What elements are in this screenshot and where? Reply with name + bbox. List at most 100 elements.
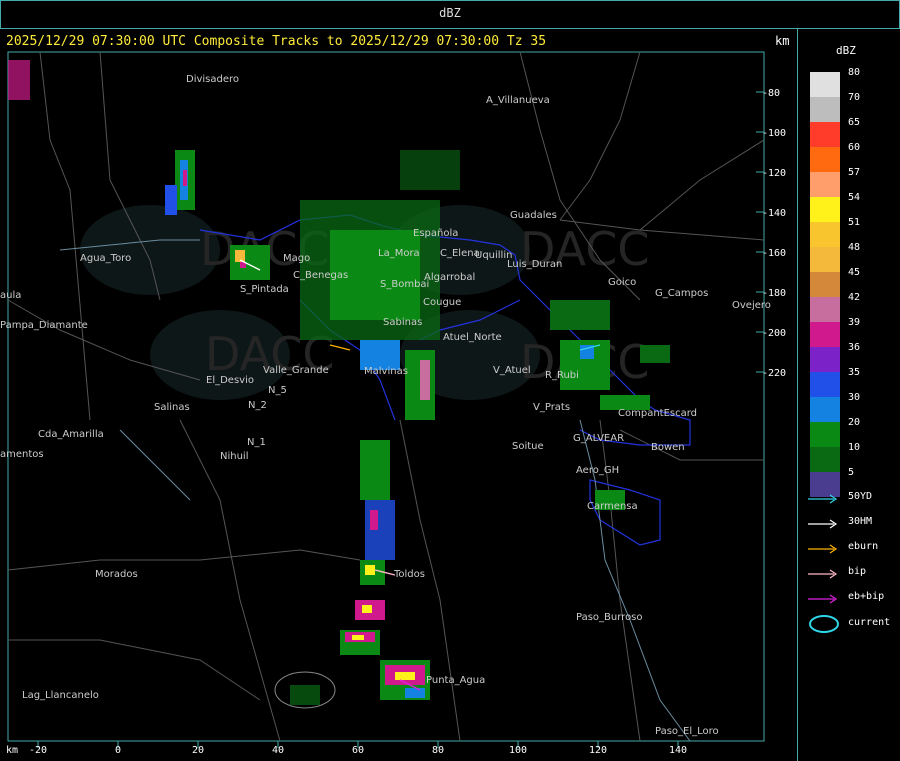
x-tick-label: 80 [432,745,444,756]
place-label: CompantEscard [618,408,697,419]
legend-colorbar [810,72,840,497]
x-tick-label: 40 [272,745,284,756]
legend-swatch [810,422,840,447]
place-label: Guadales [510,210,557,221]
legend-swatch [810,172,840,197]
track-label: eb+bip [848,591,885,602]
radar-echoes [8,60,670,705]
place-label: Bowen [651,442,685,453]
y-tick-label: -200 [762,328,786,339]
window-title: dBZ [439,6,461,20]
y-tick-label: -180 [762,288,786,299]
place-labels: Divisadero A_Villanueva Agua_Toro S_Pint… [0,74,771,737]
place-label: Lag_Llancanelo [22,690,99,701]
place-label: Mago [283,253,310,264]
x-tick-label: 60 [352,745,364,756]
track-legend-row: 50YD [808,488,898,508]
place-label: A_Villanueva [486,95,550,106]
y-tick-label: -100 [762,128,786,139]
legend-swatch [810,72,840,97]
legend-level-label: 36 [848,342,861,353]
legend-level-label: 51 [848,217,861,228]
x-axis: km -20 0 20 40 60 80 100 120 140 [6,741,687,756]
legend-level-label: 42 [848,292,861,303]
place-label: Malvinas [364,366,408,377]
radar-map[interactable]: DACC DACC DACC DACC [0,28,797,761]
y-tick-label: -220 [762,368,786,379]
arrow-icon [808,544,838,554]
track-label: 50YD [848,491,873,502]
arrow-icon [808,569,838,579]
place-label: Punta_Agua [426,675,485,686]
place-label: S_Pintada [240,284,289,295]
arrow-icon [808,519,838,529]
legend-panel: dBZ 80 70 65 60 57 54 51 48 45 42 39 36 35 30 20 10 5 50… [798,28,900,761]
place-label: El_Desvio [206,375,254,386]
legend-title: dBZ [836,44,856,57]
radar-map-panel[interactable]: DACC DACC DACC DACC [0,28,798,761]
place-label: La_Mora [378,248,420,259]
y-axis: -80 -100 -120 -140 -160 -180 -200 -220 [756,88,786,379]
place-label: Ovejero [732,300,771,311]
track-legend-row: eb+bip [808,588,898,608]
place-label: amentos [0,449,44,460]
track-label: bip [848,566,867,577]
current-label: current [848,617,891,628]
place-label: Luis_Duran [507,259,562,270]
y-tick-label: -80 [762,88,780,99]
place-label: G_Campos [655,288,708,299]
place-label: Toldos [393,569,425,580]
x-tick-label: 100 [509,745,527,756]
place-label: Agua_Toro [80,253,131,264]
place-label: N_1 [247,437,266,448]
current-row: current [808,612,898,636]
legend-level-label: 65 [848,117,861,128]
legend-swatch [810,372,840,397]
legend-level-label: 30 [848,392,861,403]
legend-level-label: 39 [848,317,861,328]
legend-swatch [810,347,840,372]
track-label: eburn [848,541,879,552]
y-axis-unit: km [775,34,790,48]
place-label: Salinas [154,402,190,413]
place-label: Uquillin [475,250,512,261]
place-label: Valle_Grande [263,365,329,376]
legend-level-label: 48 [848,242,861,253]
x-tick-label: 20 [192,745,204,756]
place-label: C_Benegas [293,270,348,281]
place-label: Española [413,228,458,239]
y-tick-label: -120 [762,168,786,179]
legend-swatch [810,322,840,347]
place-label: N_2 [248,400,267,411]
place-label: N_5 [268,385,287,396]
legend-swatch [810,97,840,122]
place-label: Atuel_Norte [443,332,502,343]
legend-swatch [810,397,840,422]
place-label: V_Prats [533,402,570,413]
place-label: Aero_GH [576,465,619,476]
track-legend-row: 30HM [808,513,898,533]
current-ellipse-icon [809,615,839,633]
place-label: Cougue [423,297,461,308]
legend-level-label: 80 [848,67,861,78]
legend-level-label: 20 [848,417,861,428]
legend-level-label: 54 [848,192,861,203]
legend-swatch [810,122,840,147]
arrow-icon [808,594,838,604]
y-tick-label: -160 [762,248,786,259]
place-label: S_Bombai [380,279,429,290]
y-tick-label: -140 [762,208,786,219]
place-label: Paso_Burroso [576,612,643,623]
place-label: Divisadero [186,74,239,85]
x-tick-label: 140 [669,745,687,756]
x-axis-unit: km [6,745,18,756]
legend-level-label: 35 [848,367,861,378]
track-legend-row: bip [808,563,898,583]
place-label: Sabinas [383,317,422,328]
x-tick-label: 120 [589,745,607,756]
legend-swatch [810,197,840,222]
header-timestamp: 2025/12/29 07:30:00 UTC Composite Tracks… [6,34,547,49]
arrow-icon [808,494,838,504]
legend-level-label: 70 [848,92,861,103]
place-label: Goico [608,277,636,288]
